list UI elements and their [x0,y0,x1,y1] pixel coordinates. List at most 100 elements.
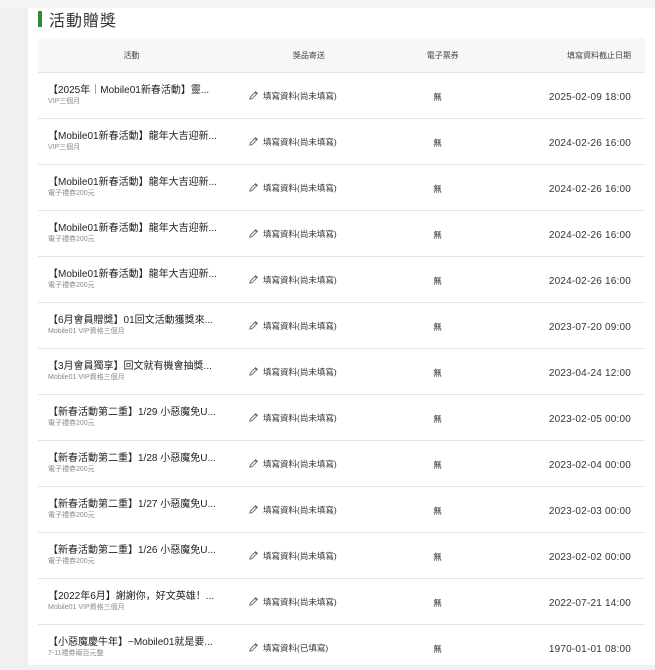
activity-cell: 【小惡魔慶牛年】~Mobile01就是要... 7-11禮券兩百元整 [38,636,230,659]
prize-table: 活動 獎品寄送 電子票券 填寫資料截止日期 【2025年｜Mobile01新春活… [38,38,645,670]
coupon-cell: 無 [370,455,505,473]
shipping-cell: 填寫資料(尚未填寫) [230,504,370,516]
activity-title[interactable]: 【新春活動第二重】1/27 小惡魔免U... [48,498,220,511]
activity-cell: 【Mobile01新春活動】龍年大吉迎新... VIP三個月 [38,130,230,153]
activity-title[interactable]: 【2025年｜Mobile01新春活動】靈... [48,84,220,97]
shipping-cell: 填寫資料(尚未填寫) [230,550,370,562]
fill-info-label: 填寫資料(尚未填寫) [263,136,337,147]
activity-cell: 【新春活動第二重】1/26 小惡魔免U... 電子禮券200元 [38,544,230,567]
coupon-cell: 無 [370,363,505,381]
deadline-cell: 2023-02-05 00:00 [505,409,645,427]
pencil-icon [249,597,258,606]
header-shipping: 獎品寄送 [292,50,325,60]
shipping-cell: 填寫資料(尚未填寫) [230,596,370,608]
prize-name: 電子禮券200元 [48,282,95,289]
deadline-value: 2023-04-24 12:00 [548,367,631,379]
coupon-value: 無 [433,275,442,286]
deadline-cell: 2023-02-03 00:00 [505,501,645,519]
activity-cell: 【3月會員獨享】回文就有機會抽獎... Mobile01 VIP資格三個月 [38,360,230,383]
pencil-icon [249,91,258,100]
page-title: 活動贈獎 [49,13,118,30]
prize-name: 電子禮券200元 [48,236,95,243]
activity-title[interactable]: 【Mobile01新春活動】龍年大吉迎新... [48,130,220,143]
deadline-cell: 2023-02-02 00:00 [505,547,645,565]
deadline-cell: 2024-02-26 16:00 [505,225,645,243]
activity-cell: 【6月會員贈獎】01回文活動獲獎來... Mobile01 VIP資格三個月 [38,314,230,337]
activity-title[interactable]: 【3月會員獨享】回文就有機會抽獎... [48,360,220,373]
activity-title[interactable]: 【新春活動第二重】1/29 小惡魔免U... [48,406,220,419]
header-activity: 活動 [123,50,140,60]
deadline-value: 2024-02-26 16:00 [548,229,631,241]
prize-name: Mobile01 VIP資格三個月 [48,328,125,335]
table-row: 【Mobile01新春活動】龍年大吉迎新... 電子禮券200元 填寫資料(尚未… [38,256,645,302]
header-coupon: 電子票券 [426,50,459,60]
fill-info-link[interactable]: 填寫資料(尚未填寫) [230,458,370,470]
pencil-icon [249,183,258,192]
activity-title[interactable]: 【小惡魔慶牛年】~Mobile01就是要... [48,636,220,649]
fill-info-link[interactable]: 填寫資料(尚未填寫) [230,550,370,562]
fill-info-label: 填寫資料(已填寫) [263,642,329,653]
activity-title[interactable]: 【Mobile01新春活動】龍年大吉迎新... [48,176,220,189]
fill-info-link[interactable]: 填寫資料(尚未填寫) [230,274,370,286]
title-accent-bar [38,11,42,27]
activity-cell: 【2022年6月】謝謝你，好文英雄！... Mobile01 VIP資格三個月 [38,590,230,613]
fill-info-label: 填寫資料(尚未填寫) [263,458,337,469]
pencil-icon [249,367,258,376]
coupon-value: 無 [433,459,442,470]
pencil-icon [249,413,258,422]
activity-title[interactable]: 【新春活動第二重】1/26 小惡魔免U... [48,544,220,557]
coupon-value: 無 [433,91,442,102]
coupon-cell: 無 [370,271,505,289]
prize-name: 電子禮券200元 [48,466,95,473]
fill-info-link[interactable]: 填寫資料(已填寫) [230,642,370,654]
shipping-cell: 填寫資料(尚未填寫) [230,136,370,148]
activity-title[interactable]: 【2022年6月】謝謝你，好文英雄！... [48,590,220,603]
fill-info-link[interactable]: 填寫資料(尚未填寫) [230,596,370,608]
deadline-cell: 2023-04-24 12:00 [505,363,645,381]
prize-name: Mobile01 VIP資格三個月 [48,374,125,381]
activity-cell: 【新春活動第二重】1/29 小惡魔免U... 電子禮券200元 [38,406,230,429]
coupon-cell: 無 [370,409,505,427]
prize-name: 電子禮券200元 [48,512,95,519]
deadline-cell: 2023-02-04 00:00 [505,455,645,473]
table-row: 【新春活動第二重】1/28 小惡魔免U... 電子禮券200元 填寫資料(尚未填… [38,440,645,486]
deadline-value: 2023-02-03 00:00 [548,505,631,517]
fill-info-link[interactable]: 填寫資料(尚未填寫) [230,90,370,102]
shipping-cell: 填寫資料(尚未填寫) [230,458,370,470]
activity-title[interactable]: 【6月會員贈獎】01回文活動獲獎來... [48,314,220,327]
activity-title[interactable]: 【Mobile01新春活動】龍年大吉迎新... [48,222,220,235]
fill-info-link[interactable]: 填寫資料(尚未填寫) [230,320,370,332]
fill-info-label: 填寫資料(尚未填寫) [263,596,337,607]
table-header: 活動 獎品寄送 電子票券 填寫資料截止日期 [38,38,645,72]
shipping-cell: 填寫資料(尚未填寫) [230,320,370,332]
deadline-cell: 2024-02-26 16:00 [505,133,645,151]
deadline-cell: 2024-02-26 16:00 [505,179,645,197]
fill-info-link[interactable]: 填寫資料(尚未填寫) [230,136,370,148]
fill-info-link[interactable]: 填寫資料(尚未填寫) [230,182,370,194]
fill-info-label: 填寫資料(尚未填寫) [263,182,337,193]
deadline-cell: 1970-01-01 08:00 [505,639,645,657]
fill-info-link[interactable]: 填寫資料(尚未填寫) [230,412,370,424]
fill-info-label: 填寫資料(尚未填寫) [263,90,337,101]
shipping-cell: 填寫資料(尚未填寫) [230,90,370,102]
pencil-icon [249,321,258,330]
deadline-cell: 2024-02-26 16:00 [505,271,645,289]
section-header: 活動贈獎 [38,10,118,30]
activity-title[interactable]: 【新春活動第二重】1/28 小惡魔免U... [48,452,220,465]
fill-info-link[interactable]: 填寫資料(尚未填寫) [230,366,370,378]
coupon-value: 無 [433,505,442,516]
table-row: 【3月會員獨享】回文就有機會抽獎... Mobile01 VIP資格三個月 填寫… [38,348,645,394]
activity-cell: 【Mobile01新春活動】龍年大吉迎新... 電子禮券200元 [38,222,230,245]
table-body: 【2025年｜Mobile01新春活動】靈... VIP三個月 填寫資料(尚未填… [38,72,645,670]
coupon-cell: 無 [370,547,505,565]
fill-info-label: 填寫資料(尚未填寫) [263,274,337,285]
fill-info-link[interactable]: 填寫資料(尚未填寫) [230,228,370,240]
prize-name: VIP三個月 [48,98,81,105]
coupon-value: 無 [433,229,442,240]
table-row: 【Mobile01新春活動】龍年大吉迎新... 電子禮券200元 填寫資料(尚未… [38,210,645,256]
fill-info-link[interactable]: 填寫資料(尚未填寫) [230,504,370,516]
activity-title[interactable]: 【Mobile01新春活動】龍年大吉迎新... [48,268,220,281]
shipping-cell: 填寫資料(尚未填寫) [230,274,370,286]
prize-name: 電子禮券200元 [48,420,95,427]
coupon-value: 無 [433,183,442,194]
